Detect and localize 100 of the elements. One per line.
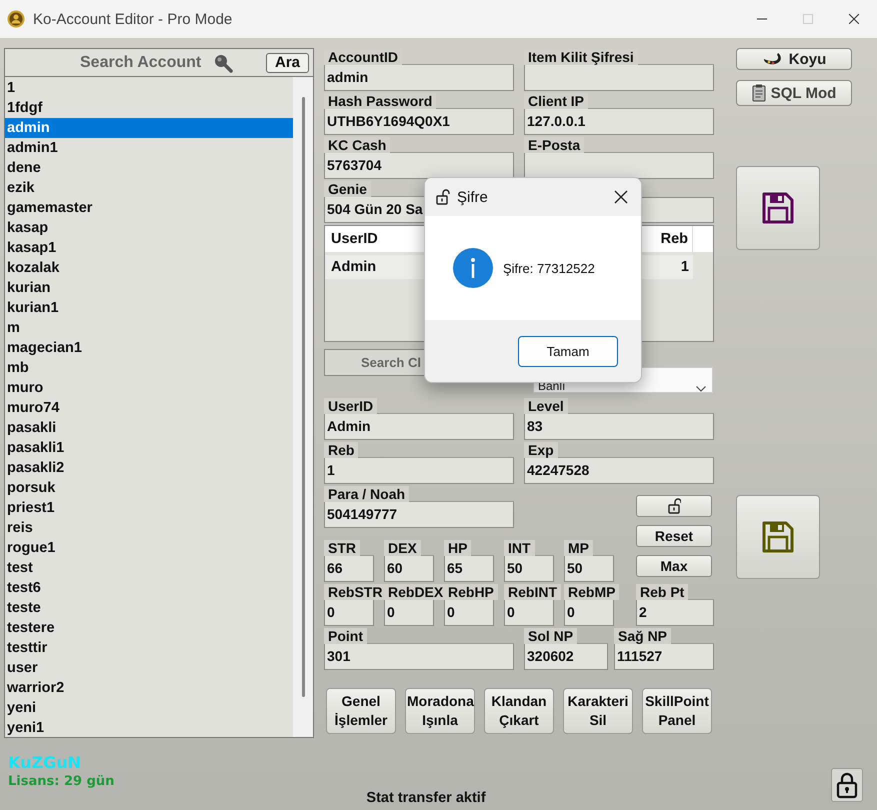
account-item[interactable]: admin — [5, 118, 293, 138]
account-item[interactable]: warrior2 — [5, 678, 293, 698]
text-field[interactable]: Admin — [324, 414, 514, 440]
tool-button[interactable]: Koyu — [736, 48, 852, 70]
field-label: Reb Pt — [636, 584, 688, 600]
field-label: Genie — [324, 181, 371, 197]
account-item[interactable]: testere — [5, 618, 293, 638]
account-item[interactable]: kozalak — [5, 258, 293, 278]
text-field[interactable]: 50 — [564, 556, 614, 582]
lock-icon — [435, 189, 451, 205]
account-item[interactable]: testtir — [5, 638, 293, 658]
account-item[interactable]: reis — [5, 518, 293, 538]
account-item[interactable]: gamemaster — [5, 198, 293, 218]
user-name: KuZGuN — [8, 753, 82, 772]
text-field[interactable]: 127.0.0.1 — [524, 109, 714, 135]
field-label: KC Cash — [324, 137, 390, 153]
field-label: MP — [564, 540, 593, 556]
text-field[interactable]: 0 — [564, 600, 614, 626]
search-icon — [213, 52, 234, 72]
account-item[interactable]: test6 — [5, 578, 293, 598]
text-field[interactable]: 0 — [504, 600, 554, 626]
action-button[interactable]: Genel İşlemler — [326, 688, 396, 734]
action-button[interactable]: Klandan Çıkart — [484, 688, 554, 734]
text-field[interactable]: 2 — [636, 600, 714, 626]
close-icon — [849, 14, 859, 24]
account-item[interactable]: user — [5, 658, 293, 678]
action-button[interactable]: SkillPoint Panel — [642, 688, 712, 734]
user-icon — [7, 10, 25, 28]
field-label: RebSTR — [324, 584, 386, 600]
account-item[interactable]: ezik — [5, 178, 293, 198]
text-field[interactable] — [524, 65, 714, 91]
text-field[interactable]: 60 — [384, 556, 434, 582]
account-item[interactable]: pasakli1 — [5, 438, 293, 458]
account-item[interactable]: teste — [5, 598, 293, 618]
account-item[interactable]: rogue1 — [5, 538, 293, 558]
action-button[interactable]: Moradona Işınla — [405, 688, 475, 734]
account-item[interactable]: yeni1 — [5, 718, 293, 738]
account-item[interactable]: kasap1 — [5, 238, 293, 258]
search-label: Search Account — [80, 54, 202, 72]
clipboard-icon — [752, 84, 766, 102]
text-field[interactable]: 0 — [444, 600, 494, 626]
text-field[interactable]: 42247528 — [524, 458, 714, 484]
account-item[interactable]: yeni — [5, 698, 293, 718]
account-item[interactable]: kurian1 — [5, 298, 293, 318]
text-field[interactable]: 504149777 — [324, 502, 514, 528]
account-item[interactable]: pasakli2 — [5, 458, 293, 478]
text-field[interactable]: 0 — [384, 600, 434, 626]
maximize-icon — [803, 14, 813, 24]
save-button[interactable] — [736, 166, 820, 250]
field-label: Client IP — [524, 93, 588, 109]
field-label: Point — [324, 628, 367, 644]
column-header: Reb — [660, 231, 689, 247]
text-field[interactable]: admin — [324, 65, 514, 91]
account-item[interactable]: 1 — [5, 78, 293, 98]
field-label: STR — [324, 540, 360, 556]
text-field[interactable]: 320602 — [524, 644, 608, 670]
lock-button[interactable] — [831, 768, 863, 802]
account-item[interactable]: mb — [5, 358, 293, 378]
scroll-thumb[interactable] — [302, 97, 305, 697]
account-item[interactable]: pasakli — [5, 418, 293, 438]
account-item[interactable]: m — [5, 318, 293, 338]
account-item[interactable]: muro — [5, 378, 293, 398]
text-field[interactable]: 65 — [444, 556, 494, 582]
account-item[interactable]: kasap — [5, 218, 293, 238]
status-text: Stat transfer aktif — [366, 790, 486, 806]
tool-button[interactable]: SQL Mod — [736, 80, 852, 106]
text-field[interactable]: 0 — [324, 600, 374, 626]
account-item[interactable]: porsuk — [5, 478, 293, 498]
scrollbar[interactable] — [293, 77, 313, 737]
text-field[interactable]: 5763704 — [324, 153, 514, 179]
info-icon — [453, 248, 493, 288]
stat-button[interactable]: Reset — [636, 525, 712, 547]
ok-button[interactable]: Tamam — [518, 336, 618, 366]
text-field[interactable]: 50 — [504, 556, 554, 582]
action-button[interactable]: Karakteri Sil — [563, 688, 633, 734]
text-field[interactable]: 111527 — [614, 644, 714, 670]
text-field[interactable]: 66 — [324, 556, 374, 582]
account-item[interactable]: test — [5, 558, 293, 578]
field-label: Exp — [524, 442, 558, 458]
account-item[interactable]: muro74 — [5, 398, 293, 418]
field-label: UserID — [324, 398, 378, 414]
text-field[interactable] — [524, 153, 714, 179]
stat-button[interactable]: Max — [636, 555, 712, 577]
text-field[interactable]: 1 — [324, 458, 514, 484]
save-button[interactable] — [736, 495, 820, 579]
unlock-button[interactable] — [636, 495, 712, 517]
account-item[interactable]: priest1 — [5, 498, 293, 518]
text-field[interactable]: 301 — [324, 644, 514, 670]
account-item[interactable]: admin1 — [5, 138, 293, 158]
field-label: DEX — [384, 540, 421, 556]
account-item[interactable]: 1fdgf — [5, 98, 293, 118]
column-header: UserID — [330, 231, 379, 247]
search-button[interactable]: Ara — [266, 52, 309, 72]
account-item[interactable]: magecian1 — [5, 338, 293, 358]
lock-icon — [667, 498, 681, 514]
account-item[interactable]: dene — [5, 158, 293, 178]
text-field[interactable]: UTHB6Y1694Q0X1 — [324, 109, 514, 135]
field-label: Reb — [324, 442, 358, 458]
account-item[interactable]: kurian — [5, 278, 293, 298]
text-field[interactable]: 83 — [524, 414, 714, 440]
